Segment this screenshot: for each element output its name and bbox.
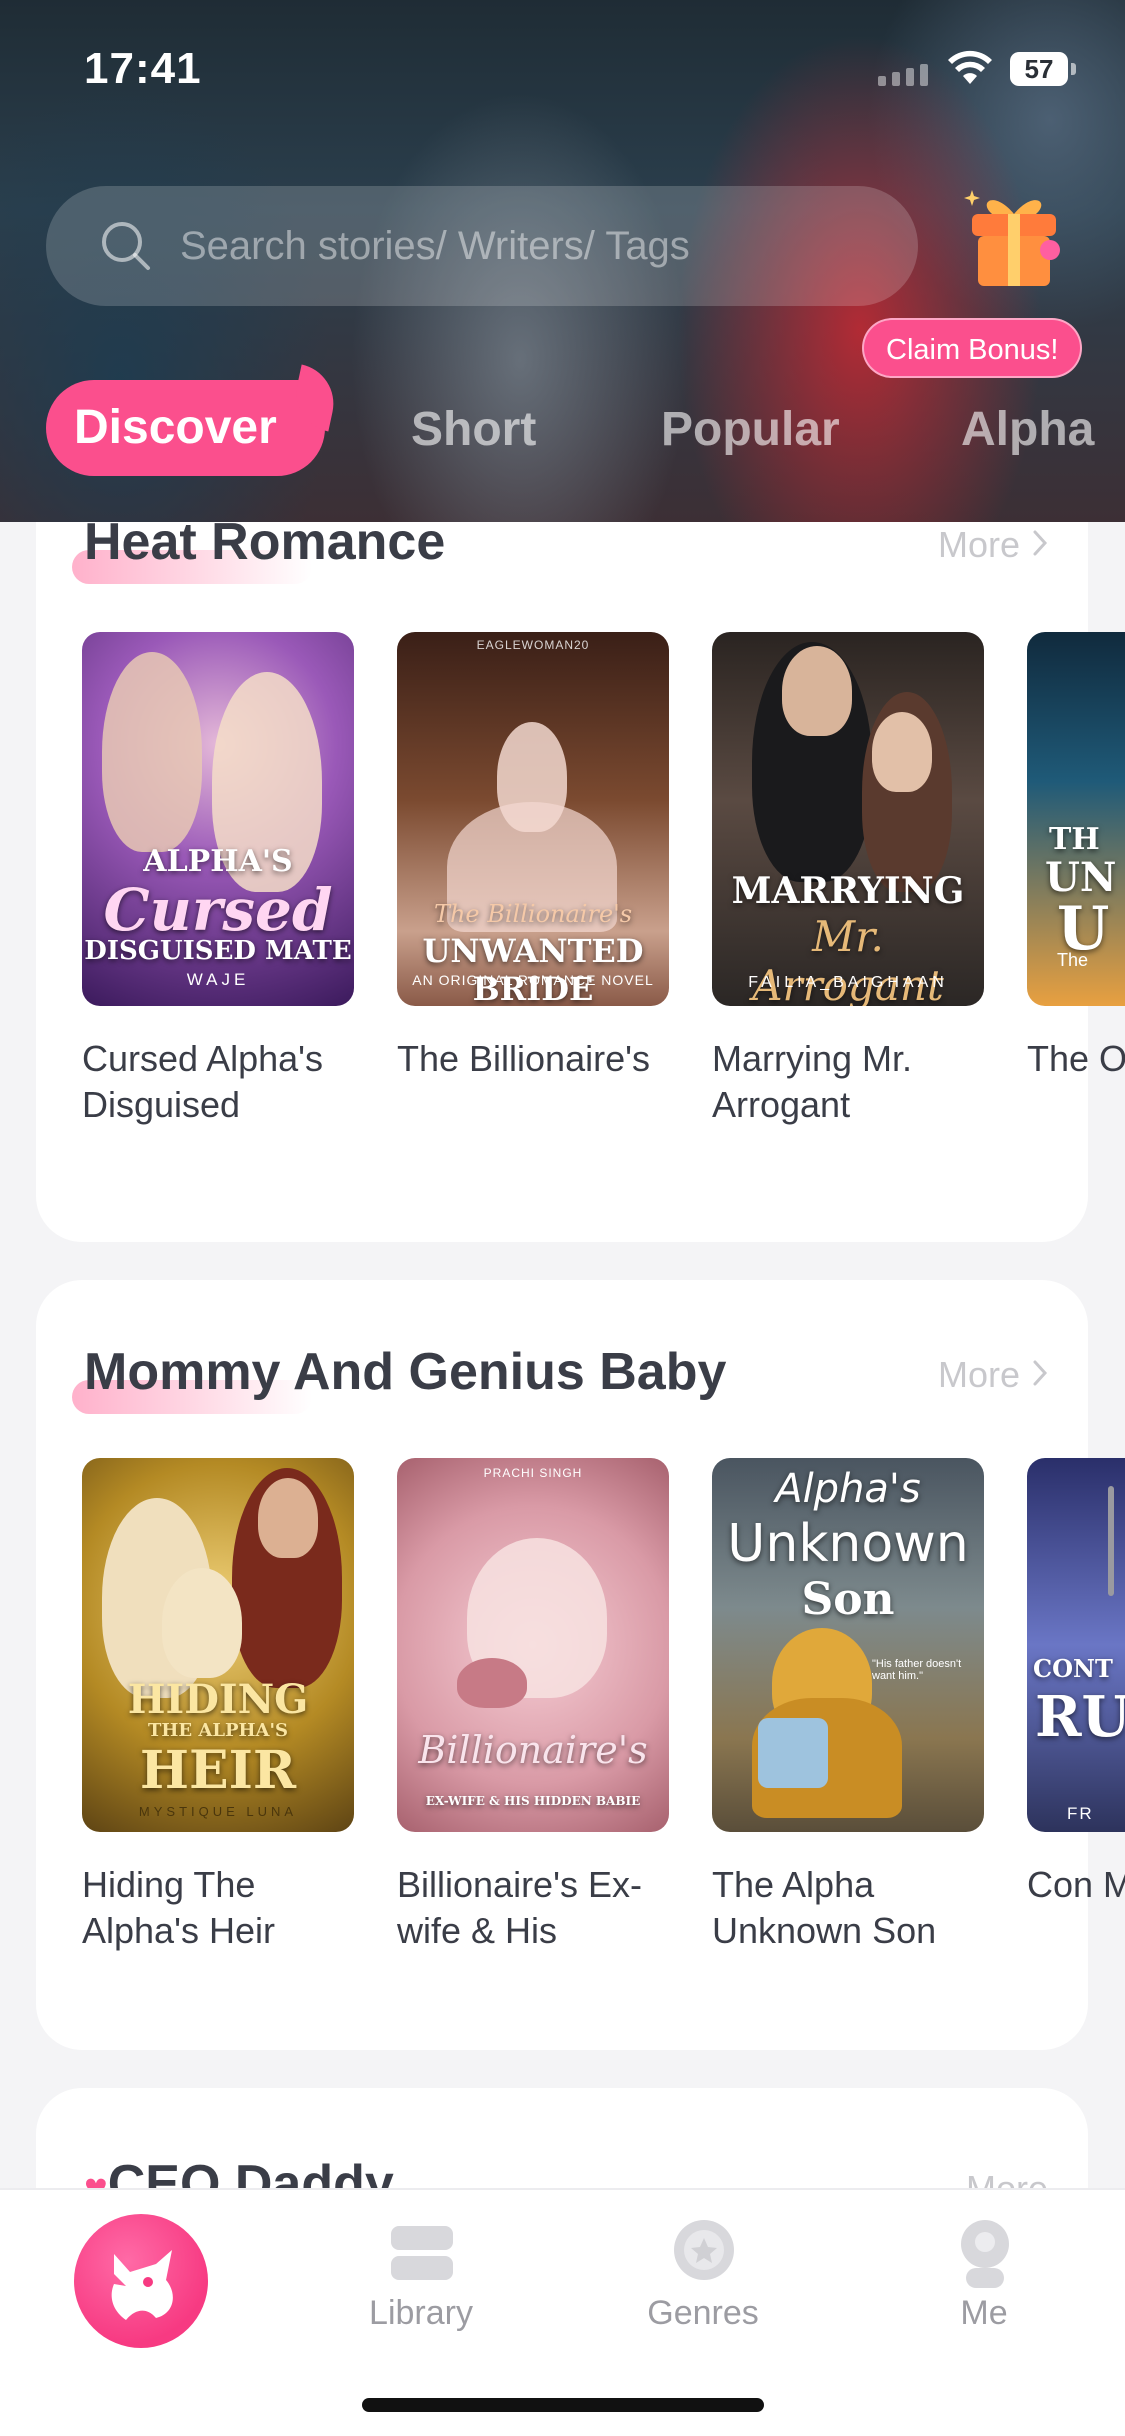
tab-me[interactable]: Me [884,2190,1084,2390]
heart-icon: ♥ [84,2166,108,2188]
more-label: More [937,1354,1020,1395]
book-cover: ALPHA'S Cursed DISGUISED MATE WAJE [82,632,354,1006]
more-link[interactable]: More [938,1354,1048,1396]
book-title: The Billionaire's [397,1038,650,1079]
genres-badge-icon [669,2216,739,2293]
book-cover: TH UN U The [1027,632,1125,1006]
category-tabs: Discover Short Popular Alpha [0,374,1125,494]
book-card[interactable]: Alpha's Unknown Son "His father doesn't … [712,1458,984,1954]
book-carousel[interactable]: ALPHA'S Cursed DISGUISED MATE WAJE Curse… [82,632,1125,1132]
wifi-icon [946,50,994,91]
search-input[interactable]: Search stories/ Writers/ Tags [46,186,918,306]
header: 17:41 57 Search stories/ Writers/ Tags C… [0,0,1125,522]
tab-popular[interactable]: Popular [661,402,840,457]
tab-discover[interactable]: Discover [46,380,325,476]
book-cover: Alpha's Unknown Son "His father doesn't … [712,1458,984,1832]
book-title: Marrying Mr. Arrogant [712,1038,913,1125]
battery-icon: 57 [1010,52,1076,86]
book-card[interactable]: ALPHA'S Cursed DISGUISED MATE WAJE Curse… [82,632,354,1128]
home-indicator [362,2398,764,2412]
book-cover: PRACHI SINGH Billionaire's EX-WIFE & HIS… [397,1458,669,1832]
section-heat-romance: Heat Romance More ALPHA'S Cursed DISGUIS… [36,522,1125,1242]
wolf-logo-icon [111,2250,173,2320]
book-cover: HIDING THE ALPHA'S HEIR MYSTIQUE LUNA [82,1458,354,1832]
status-bar: 17:41 57 [0,0,1125,140]
cellular-signal-icon [878,64,928,86]
book-card[interactable]: TH UN U The The Om [1027,632,1125,1128]
section-title: Mommy And Genius Baby [84,1343,727,1401]
section-ceo-daddy: ♥CEO Daddy More [36,2088,1088,2188]
status-time: 17:41 [84,44,202,93]
profile-icon [956,2220,1014,2295]
gift-icon[interactable] [964,184,1064,294]
more-link[interactable]: More [938,524,1048,566]
tab-me-label: Me [960,2294,1008,2332]
more-label: More [966,2168,1048,2188]
book-title: Billionaire's Ex-wife & His [397,1864,642,1951]
more-label: More [937,524,1020,565]
tab-genres-label: Genres [647,2294,759,2332]
section-title: ♥CEO Daddy [84,2154,394,2188]
tab-home[interactable] [74,2214,208,2348]
library-icon [387,2224,457,2289]
scrollbar-thumb[interactable] [1108,1486,1114,1596]
book-card[interactable]: HIDING THE ALPHA'S HEIR MYSTIQUE LUNA Hi… [82,1458,354,1954]
book-title: Con Mar [1027,1864,1125,1905]
tab-short[interactable]: Short [411,402,536,457]
claim-bonus-button[interactable]: Claim Bonus! [862,318,1083,378]
book-cover: MARRYING Mr. Arrogant FAILIA_BAIGHAAN [712,632,984,1006]
chevron-right-icon [1032,1354,1048,1396]
search-placeholder: Search stories/ Writers/ Tags [180,223,690,268]
chevron-right-icon [1032,524,1048,566]
search-icon [98,218,154,274]
more-link[interactable]: More [966,2168,1048,2188]
content-scroll[interactable]: Heat Romance More ALPHA'S Cursed DISGUIS… [0,522,1125,2188]
tab-library-label: Library [369,2294,473,2332]
book-title: The Alpha Unknown Son [712,1864,937,1951]
book-title: The Om [1027,1038,1125,1079]
book-card[interactable]: EAGLEWOMAN20 The Billionaire's UNWANTED … [397,632,669,1128]
book-card[interactable]: MARRYING Mr. Arrogant FAILIA_BAIGHAAN Ma… [712,632,984,1128]
section-title: Heat Romance [84,522,446,571]
tab-genres[interactable]: Genres [603,2190,803,2390]
book-cover: EAGLEWOMAN20 The Billionaire's UNWANTED … [397,632,669,1006]
book-carousel[interactable]: HIDING THE ALPHA'S HEIR MYSTIQUE LUNA Hi… [82,1458,1125,1958]
tab-alpha[interactable]: Alpha [961,402,1094,457]
tab-library[interactable]: Library [321,2190,521,2390]
book-title: Hiding The Alpha's Heir [82,1864,275,1951]
book-title: Cursed Alpha's Disguised [82,1038,324,1125]
book-card[interactable]: PRACHI SINGH Billionaire's EX-WIFE & HIS… [397,1458,669,1954]
section-mommy-and-genius-baby: Mommy And Genius Baby More HIDING THE AL… [36,1280,1125,2050]
